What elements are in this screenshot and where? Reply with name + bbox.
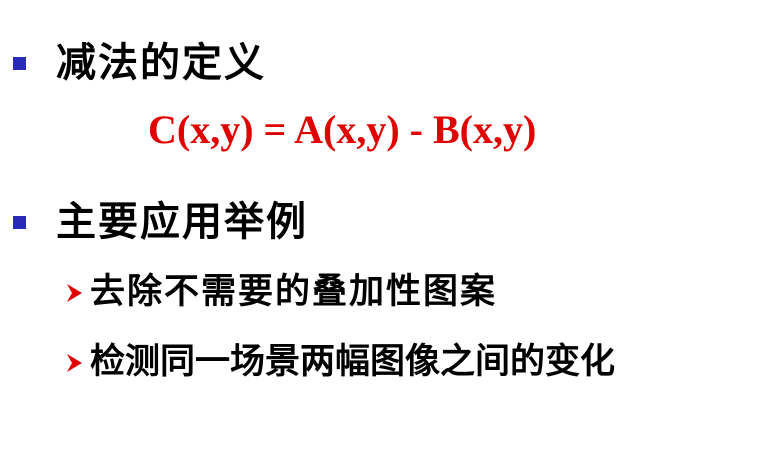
square-bullet-icon — [13, 215, 26, 229]
heading-main-applications: 主要应用举例 — [56, 199, 308, 245]
heading-subtraction-definition: 减法的定义 — [56, 40, 266, 86]
list-item-text: 检测同一场景两幅图像之间的变化 — [90, 342, 616, 382]
bullet-subtraction-definition: 减法的定义 — [13, 43, 266, 83]
bullet-main-applications: 主要应用举例 — [13, 202, 308, 242]
list-item-detect-change: 检测同一场景两幅图像之间的变化 — [64, 345, 615, 380]
arrow-bullet-icon — [64, 278, 84, 308]
square-bullet-icon — [13, 56, 26, 70]
arrow-bullet-icon — [64, 348, 84, 378]
subtraction-formula: C(x,y) = A(x,y) - B(x,y) — [148, 107, 537, 152]
list-item-text: 去除不需要的叠加性图案 — [90, 272, 498, 312]
list-item-remove-overlay: 去除不需要的叠加性图案 — [64, 275, 497, 310]
